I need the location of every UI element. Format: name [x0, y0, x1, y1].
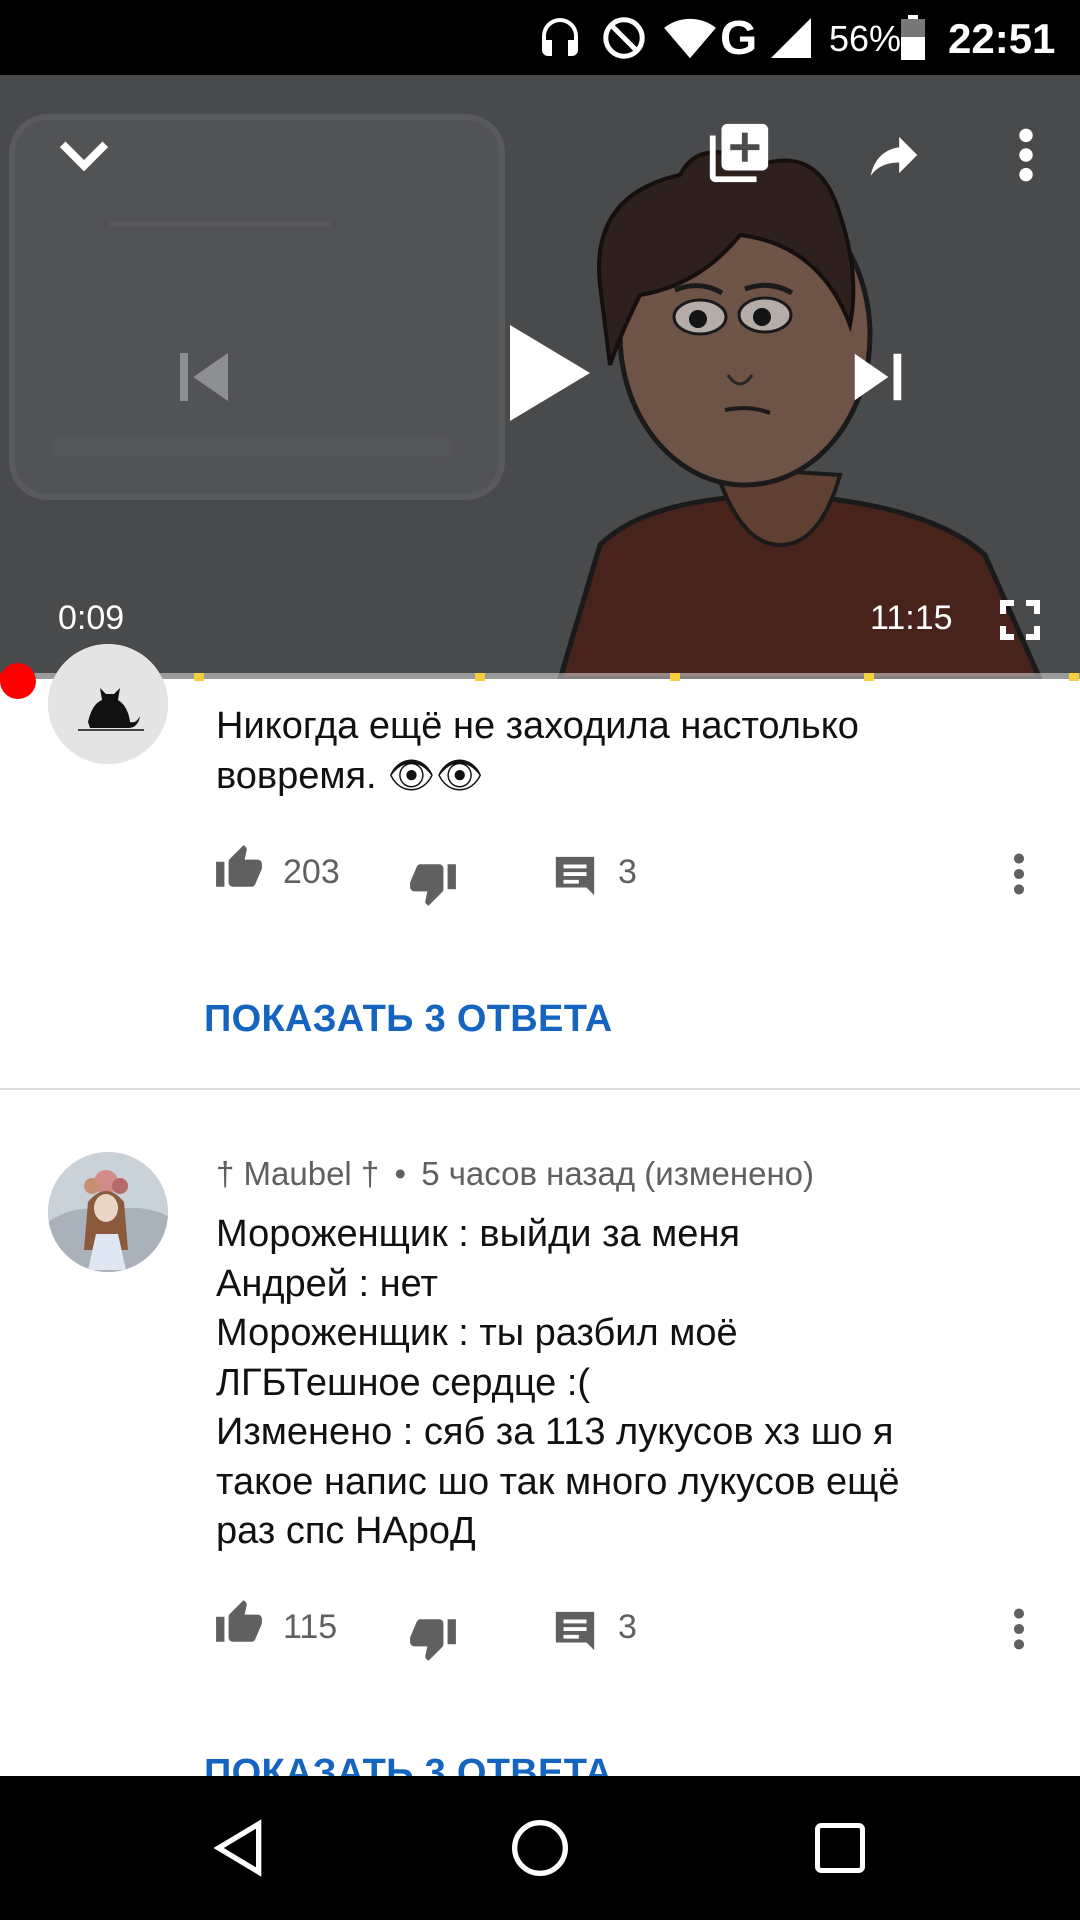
- thumb-up-icon: [216, 845, 262, 887]
- like-button[interactable]: [214, 1598, 264, 1648]
- next-button[interactable]: [838, 337, 918, 417]
- headset-icon: [534, 0, 586, 75]
- reply-button[interactable]: [552, 853, 598, 899]
- comment-timestamp: 5 часов назад (изменено): [421, 1155, 815, 1192]
- scrubber-handle[interactable]: [0, 663, 36, 699]
- comment-line: такое напис шо так много лукусов ещё: [216, 1460, 900, 1503]
- comment-line: Мороженщик : выйди за меня: [216, 1213, 741, 1255]
- recents-square-icon: [815, 1823, 865, 1873]
- thumb-down-icon: [410, 864, 456, 906]
- avatar[interactable]: [48, 1152, 168, 1272]
- wifi-icon: [662, 0, 718, 75]
- battery-icon: [898, 0, 928, 75]
- play-button[interactable]: [495, 318, 605, 428]
- meta-separator: •: [394, 1155, 407, 1192]
- play-icon: [510, 325, 590, 421]
- skip-previous-icon: [180, 353, 228, 401]
- chapter-marker: [475, 673, 486, 681]
- more-vert-icon: [1013, 1608, 1025, 1650]
- cat-avatar-image: [48, 644, 168, 764]
- like-count: 203: [283, 853, 340, 891]
- status-bar: G 56% 22:51: [0, 0, 1080, 75]
- chapter-marker: [194, 673, 205, 681]
- add-to-playlist-button[interactable]: [697, 111, 781, 195]
- battery-percent: 56%: [829, 18, 902, 59]
- thumb-up-icon: [216, 1600, 262, 1642]
- comment-more-button[interactable]: [1012, 852, 1026, 896]
- show-replies-link[interactable]: ПОКАЗАТЬ 3 ОТВЕТА: [204, 998, 613, 1041]
- comment-line: ЛГБТешное сердце :(: [216, 1361, 591, 1404]
- video-player[interactable]: 0:09 11:15: [0, 75, 1080, 679]
- comment-line: Андрей : нет: [216, 1262, 438, 1305]
- reply-count: 3: [618, 1608, 637, 1646]
- fullscreen-button[interactable]: [990, 590, 1050, 650]
- dislike-button[interactable]: [408, 858, 458, 908]
- comment-divider: [0, 1088, 1080, 1090]
- back-triangle-icon: [213, 1819, 262, 1877]
- playlist-add-icon: [709, 123, 769, 183]
- comment-more-button[interactable]: [1012, 1607, 1026, 1651]
- comment-meta: † Maubel † • 5 часов назад (изменено): [216, 1155, 814, 1193]
- like-button[interactable]: [214, 843, 264, 893]
- comment-line: Изменено : сяб за 113 лукусов хз шо я: [216, 1411, 894, 1453]
- more-vert-icon: [1013, 853, 1025, 895]
- chapter-marker: [1069, 673, 1080, 681]
- chevron-down-icon: [59, 141, 109, 172]
- comment-line: Мороженщик : ты разбил моё: [216, 1312, 738, 1354]
- reply-count: 3: [618, 853, 637, 891]
- duration: 11:15: [870, 599, 953, 637]
- home-button[interactable]: [490, 1798, 590, 1898]
- comment-line: вовремя. 👁👁: [216, 754, 484, 797]
- skip-next-icon: [854, 353, 902, 401]
- dislike-button[interactable]: [408, 1613, 458, 1663]
- share-icon: [870, 136, 918, 176]
- comment-body: Никогда ещё не заходила настолько воврем…: [216, 702, 859, 801]
- home-circle-icon: [512, 1820, 568, 1876]
- previous-button[interactable]: [164, 337, 244, 417]
- cell-signal-icon: [764, 0, 818, 75]
- girl-avatar-image: [48, 1152, 168, 1272]
- like-count: 115: [283, 1608, 338, 1646]
- comment-line: Никогда ещё не заходила настолько: [216, 705, 859, 747]
- share-button[interactable]: [852, 115, 936, 195]
- chapter-marker: [669, 673, 680, 681]
- more-options-button[interactable]: [996, 115, 1056, 195]
- current-time: 0:09: [58, 599, 125, 637]
- comment-icon: [555, 1611, 595, 1651]
- comment-line: раз спс НАроД: [216, 1510, 476, 1552]
- clock: 22:51: [948, 15, 1056, 62]
- recents-button[interactable]: [790, 1798, 890, 1898]
- collapse-button[interactable]: [44, 115, 124, 195]
- comment-body: Мороженщик : выйди за меня Андрей : нет …: [216, 1210, 900, 1557]
- chapter-marker: [864, 673, 874, 681]
- network-type-label: G: [720, 12, 758, 65]
- do-not-disturb-icon: [598, 0, 650, 75]
- avatar[interactable]: [48, 644, 168, 764]
- thumb-down-icon: [410, 1619, 456, 1661]
- back-button[interactable]: [190, 1798, 290, 1898]
- fullscreen-icon: [1000, 600, 1040, 640]
- system-nav-bar: [0, 1776, 1080, 1920]
- more-vert-icon: [1019, 128, 1033, 182]
- comment-author[interactable]: † Maubel †: [216, 1155, 379, 1192]
- reply-button[interactable]: [552, 1608, 598, 1654]
- comment-icon: [555, 856, 595, 896]
